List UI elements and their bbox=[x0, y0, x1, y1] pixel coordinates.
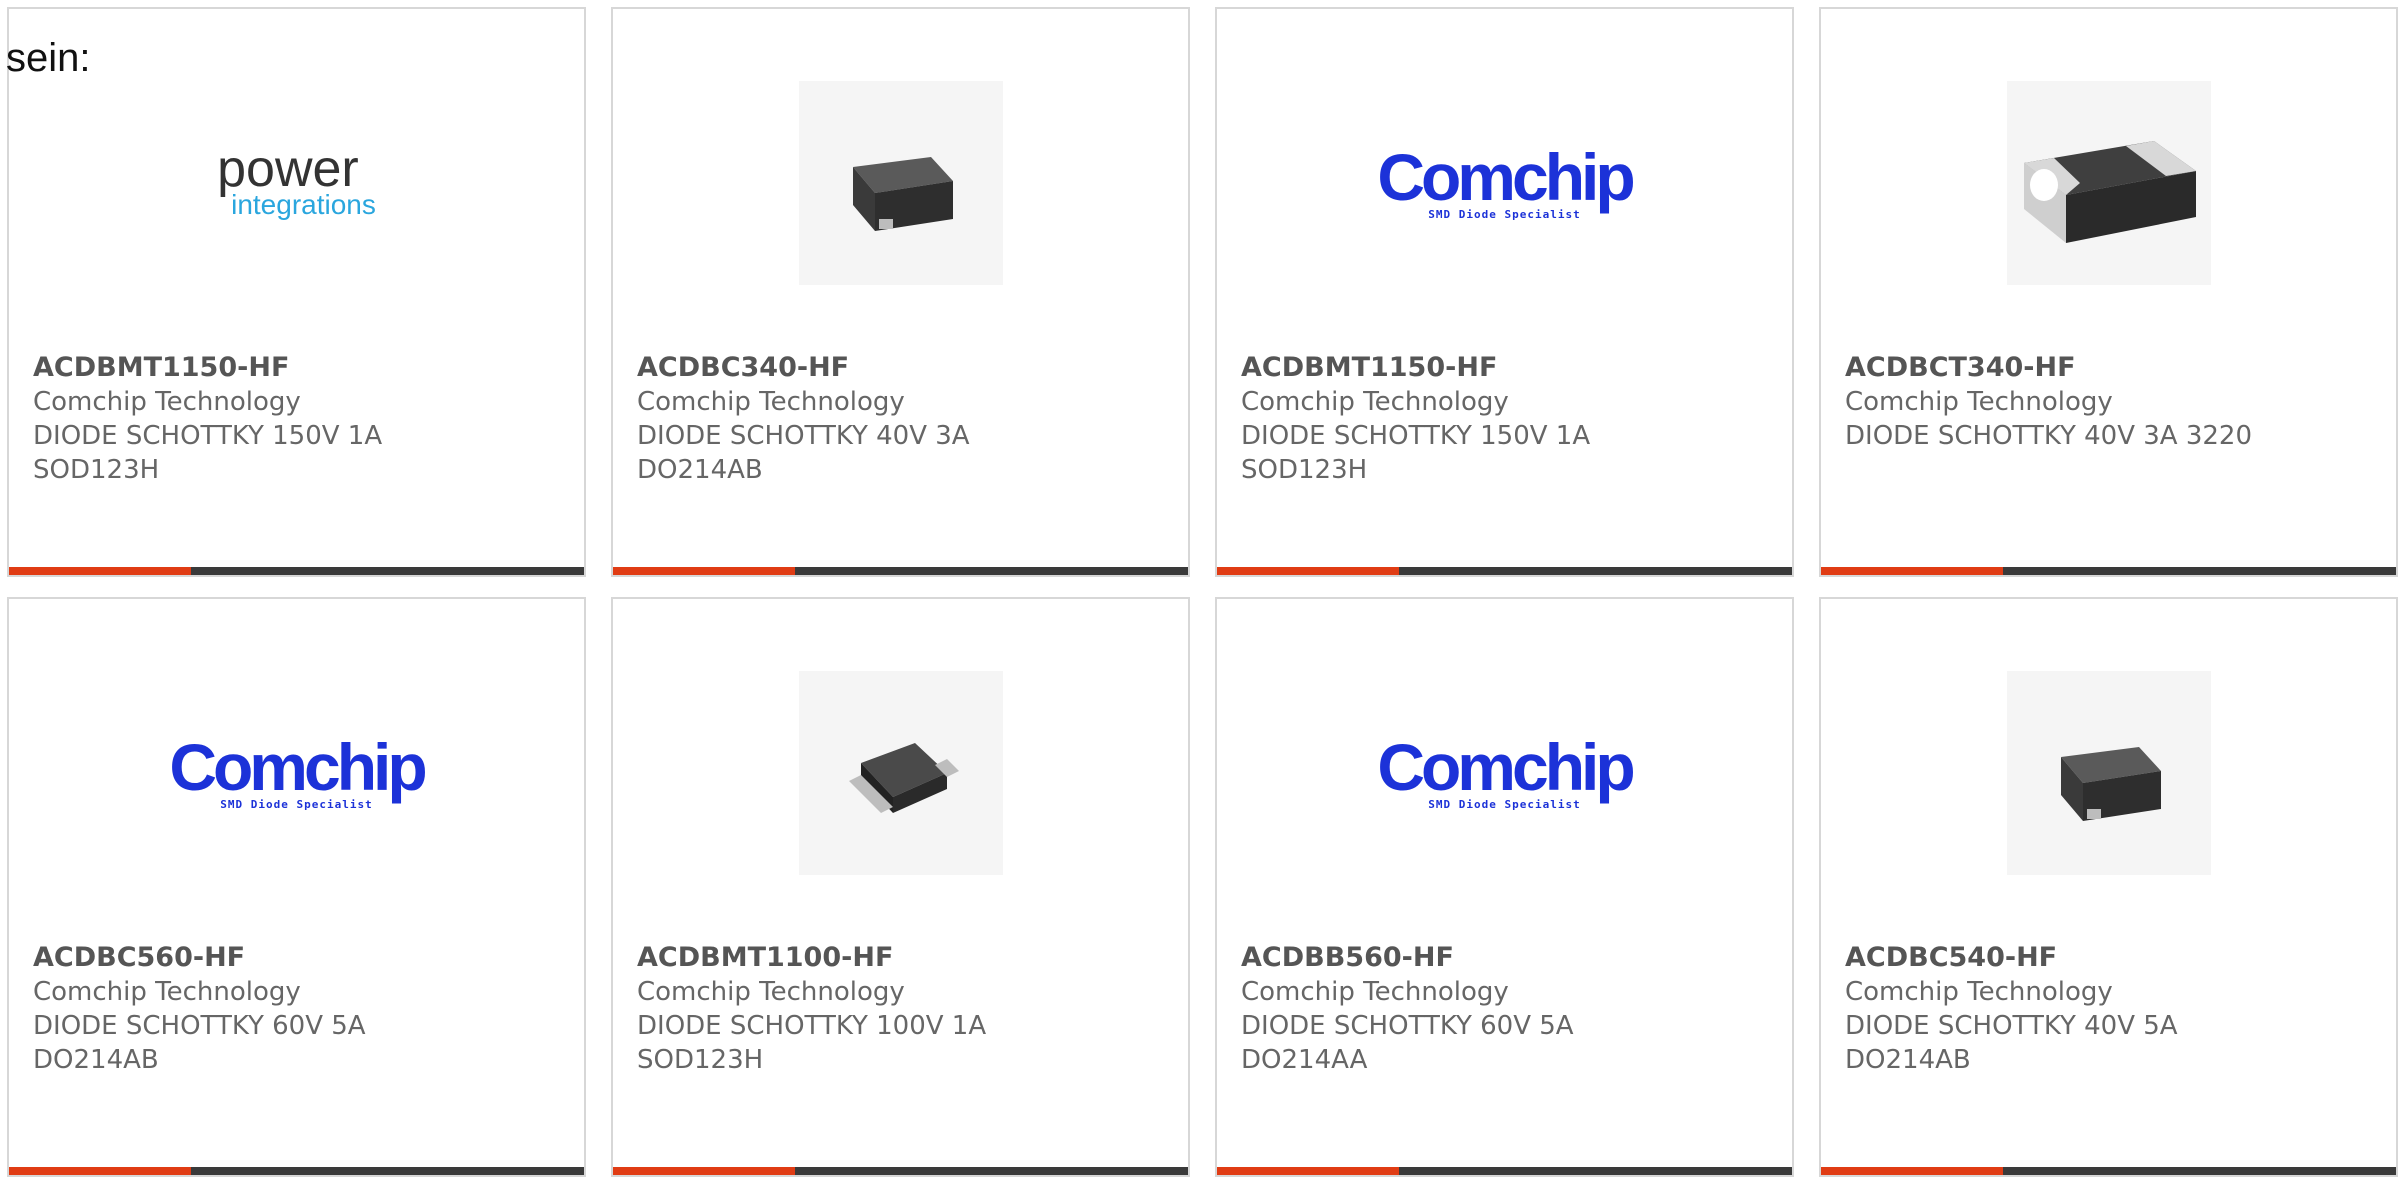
logo-word: Comchip bbox=[169, 729, 427, 804]
manufacturer: Comchip Technology bbox=[33, 977, 301, 1007]
description: DIODE SCHOTTKY 40V 3A 3220 bbox=[1845, 421, 2253, 451]
card-footer-bar bbox=[1821, 1167, 2396, 1175]
power-integrations-logo: power integrations bbox=[195, 81, 399, 285]
logo-subword: integrations bbox=[231, 189, 376, 220]
product-photo bbox=[798, 671, 1003, 875]
product-card[interactable]: Comchip SMD Diode Specialist ACDBMT1150-… bbox=[1215, 7, 1794, 577]
product-photo bbox=[798, 81, 1003, 285]
product-info: ACDBMT1100-HF Comchip Technology DIODE S… bbox=[637, 941, 1178, 1077]
part-number[interactable]: ACDBMT1150-HF bbox=[33, 351, 574, 385]
accent-segment bbox=[1821, 567, 2003, 575]
card-footer-bar bbox=[1217, 567, 1792, 575]
product-card[interactable]: ACDBC540-HF Comchip Technology DIODE SCH… bbox=[1819, 597, 2398, 1177]
manufacturer: Comchip Technology bbox=[637, 387, 905, 417]
product-card[interactable]: ACDBMT1100-HF Comchip Technology DIODE S… bbox=[611, 597, 1190, 1177]
smd-diode-icon bbox=[2060, 747, 2161, 821]
logo-word: Comchip bbox=[1377, 139, 1635, 214]
product-card[interactable]: ACDBCT340-HF Comchip Technology DIODE SC… bbox=[1819, 7, 2398, 577]
comchip-logo: Comchip SMD Diode Specialist bbox=[1377, 81, 1635, 285]
package: SOD123H bbox=[637, 1045, 764, 1075]
intro-text: sein: bbox=[6, 36, 91, 80]
part-number[interactable]: ACDBMT1150-HF bbox=[1241, 351, 1782, 385]
smd-chip-icon bbox=[2023, 141, 2196, 243]
accent-segment bbox=[613, 567, 795, 575]
card-footer-bar bbox=[1821, 567, 2396, 575]
package: DO214AB bbox=[33, 1045, 159, 1075]
product-card[interactable]: ACDBC340-HF Comchip Technology DIODE SCH… bbox=[611, 7, 1190, 577]
package: DO214AA bbox=[1241, 1045, 1368, 1075]
product-info: ACDBMT1150-HF Comchip Technology DIODE S… bbox=[1241, 351, 1782, 487]
description: DIODE SCHOTTKY 150V 1A bbox=[1241, 421, 1591, 451]
manufacturer: Comchip Technology bbox=[637, 977, 905, 1007]
product-card[interactable]: Comchip SMD Diode Specialist ACDBB560-HF… bbox=[1215, 597, 1794, 1177]
part-number[interactable]: ACDBC540-HF bbox=[1845, 941, 2386, 975]
description: DIODE SCHOTTKY 100V 1A bbox=[637, 1011, 987, 1041]
product-photo bbox=[2006, 671, 2211, 875]
part-number[interactable]: ACDBC560-HF bbox=[33, 941, 574, 975]
accent-segment bbox=[1217, 1167, 1399, 1175]
part-number[interactable]: ACDBC340-HF bbox=[637, 351, 1178, 385]
card-footer-bar bbox=[613, 1167, 1188, 1175]
comchip-logo: Comchip SMD Diode Specialist bbox=[1377, 671, 1635, 875]
package: SOD123H bbox=[1241, 455, 1368, 485]
card-footer-bar bbox=[9, 1167, 584, 1175]
manufacturer: Comchip Technology bbox=[1845, 387, 2113, 417]
product-info: ACDBB560-HF Comchip Technology DIODE SCH… bbox=[1241, 941, 1782, 1077]
part-number[interactable]: ACDBCT340-HF bbox=[1845, 351, 2386, 385]
product-info: ACDBMT1150-HF Comchip Technology DIODE S… bbox=[33, 351, 574, 487]
description: DIODE SCHOTTKY 40V 3A bbox=[637, 421, 970, 451]
product-info: ACDBC340-HF Comchip Technology DIODE SCH… bbox=[637, 351, 1178, 487]
accent-segment bbox=[1821, 1167, 2003, 1175]
part-number[interactable]: ACDBMT1100-HF bbox=[637, 941, 1178, 975]
accent-segment bbox=[9, 567, 191, 575]
logo-word: Comchip bbox=[1377, 729, 1635, 804]
product-grid: power integrations ACDBMT1150-HF Comchip… bbox=[0, 0, 2400, 1177]
description: DIODE SCHOTTKY 150V 1A bbox=[33, 421, 383, 451]
smd-diode-icon bbox=[852, 157, 953, 231]
comchip-logo: Comchip SMD Diode Specialist bbox=[169, 671, 427, 875]
manufacturer: Comchip Technology bbox=[33, 387, 301, 417]
package: DO214AB bbox=[637, 455, 763, 485]
product-photo bbox=[2006, 81, 2211, 285]
package: DO214AB bbox=[1845, 1045, 1971, 1075]
description: DIODE SCHOTTKY 60V 5A bbox=[33, 1011, 366, 1041]
description: DIODE SCHOTTKY 40V 5A bbox=[1845, 1011, 2178, 1041]
manufacturer: Comchip Technology bbox=[1241, 977, 1509, 1007]
sod123-icon bbox=[848, 743, 959, 813]
manufacturer: Comchip Technology bbox=[1845, 977, 2113, 1007]
package: SOD123H bbox=[33, 455, 160, 485]
logo-word: power bbox=[217, 140, 359, 198]
accent-segment bbox=[1217, 567, 1399, 575]
product-info: ACDBC560-HF Comchip Technology DIODE SCH… bbox=[33, 941, 574, 1077]
product-card[interactable]: Comchip SMD Diode Specialist ACDBC560-HF… bbox=[7, 597, 586, 1177]
accent-segment bbox=[613, 1167, 795, 1175]
card-footer-bar bbox=[613, 567, 1188, 575]
manufacturer: Comchip Technology bbox=[1241, 387, 1509, 417]
card-footer-bar bbox=[1217, 1167, 1792, 1175]
description: DIODE SCHOTTKY 60V 5A bbox=[1241, 1011, 1574, 1041]
accent-segment bbox=[9, 1167, 191, 1175]
card-footer-bar bbox=[9, 567, 584, 575]
product-info: ACDBC540-HF Comchip Technology DIODE SCH… bbox=[1845, 941, 2386, 1077]
product-info: ACDBCT340-HF Comchip Technology DIODE SC… bbox=[1845, 351, 2386, 453]
part-number[interactable]: ACDBB560-HF bbox=[1241, 941, 1782, 975]
product-card[interactable]: power integrations ACDBMT1150-HF Comchip… bbox=[7, 7, 586, 577]
